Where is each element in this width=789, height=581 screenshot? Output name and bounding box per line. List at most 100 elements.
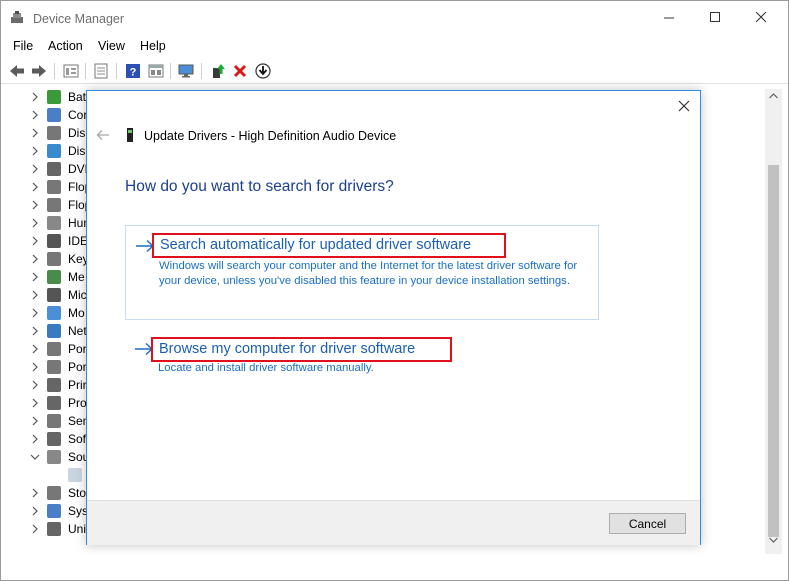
- chevron-right-icon[interactable]: [30, 523, 40, 535]
- tree-node[interactable]: Prir: [30, 377, 90, 395]
- tree-node[interactable]: Sen: [30, 413, 90, 431]
- dialog-title: Update Drivers - High Definition Audio D…: [144, 129, 397, 143]
- tree-node[interactable]: Mo: [30, 305, 90, 323]
- tree-node-label: Sto: [68, 486, 87, 500]
- display-adapter-icon: [47, 144, 61, 158]
- tree-node[interactable]: Disk: [30, 125, 91, 143]
- minimize-icon: [664, 17, 674, 19]
- search-automatically-option[interactable]: Search automatically for updated driver …: [125, 225, 599, 320]
- tree-node[interactable]: Por: [30, 341, 90, 359]
- tree-node[interactable]: Sou: [30, 449, 90, 467]
- tree-node[interactable]: Flop: [30, 197, 91, 215]
- tree-node[interactable]: Me: [30, 269, 90, 287]
- details-icon[interactable]: [147, 62, 165, 80]
- chevron-right-icon[interactable]: [30, 361, 40, 373]
- chevron-right-icon[interactable]: [30, 145, 40, 157]
- tree-node[interactable]: Sto: [30, 485, 90, 503]
- menu-file[interactable]: File: [13, 39, 33, 53]
- chevron-right-icon[interactable]: [30, 325, 40, 337]
- chevron-right-icon[interactable]: [30, 379, 40, 391]
- tree-node[interactable]: Net: [30, 323, 90, 341]
- tree-node[interactable]: Hun: [30, 215, 90, 233]
- monitor-scan-icon[interactable]: [177, 62, 195, 80]
- back-button[interactable]: [96, 129, 110, 141]
- tree-node[interactable]: Flop: [30, 179, 91, 197]
- chevron-right-icon[interactable]: [30, 217, 40, 229]
- highlight-box: [152, 233, 506, 258]
- chevron-right-icon[interactable]: [30, 91, 40, 103]
- maximize-button[interactable]: [693, 1, 739, 35]
- tree-node[interactable]: Soft: [30, 431, 90, 449]
- minimize-button[interactable]: [647, 1, 693, 35]
- chevron-right-icon[interactable]: [30, 307, 40, 319]
- chevron-right-icon[interactable]: [30, 397, 40, 409]
- chevron-down-icon[interactable]: [30, 451, 40, 463]
- software-device-icon: [47, 432, 61, 446]
- menu-action[interactable]: Action: [48, 39, 83, 53]
- chevron-right-icon[interactable]: [30, 163, 40, 175]
- chevron-right-icon[interactable]: [30, 127, 40, 139]
- tree-node[interactable]: Mic: [30, 287, 90, 305]
- properties-icon[interactable]: [92, 62, 110, 80]
- chevron-right-icon[interactable]: [30, 253, 40, 265]
- scrollbar-thumb[interactable]: [768, 165, 779, 537]
- chevron-right-icon[interactable]: [30, 343, 40, 355]
- tree-node[interactable]: IDE: [30, 233, 90, 251]
- computer-icon: [47, 108, 61, 122]
- tree-node-label: Mo: [68, 306, 85, 320]
- back-arrow-icon[interactable]: [8, 62, 26, 80]
- toolbar-separator: [85, 63, 86, 79]
- chevron-right-icon[interactable]: [30, 433, 40, 445]
- ide-controller-icon: [47, 234, 61, 248]
- tree-node-label: Bat: [68, 90, 87, 104]
- toolbar-separator: [54, 63, 55, 79]
- tree-node[interactable]: Syst: [30, 503, 91, 521]
- tree-node[interactable]: Disp: [30, 143, 92, 161]
- dialog-close-button[interactable]: [676, 98, 692, 114]
- scroll-up-icon[interactable]: [769, 93, 778, 99]
- help-icon[interactable]: ?: [124, 62, 142, 80]
- tree-node[interactable]: Uni: [30, 521, 90, 539]
- dialog-footer: Cancel: [87, 500, 700, 545]
- chevron-right-icon[interactable]: [30, 487, 40, 499]
- tree-node[interactable]: Cor: [30, 107, 90, 125]
- download-icon[interactable]: [254, 62, 272, 80]
- cancel-button[interactable]: Cancel: [609, 513, 686, 534]
- chevron-right-icon[interactable]: [30, 415, 40, 427]
- tree-node-label: Prir: [68, 378, 87, 392]
- update-driver-icon[interactable]: [209, 62, 227, 80]
- network-adapter-icon: [47, 324, 61, 338]
- tree-node[interactable]: Key: [30, 251, 90, 269]
- forward-arrow-icon[interactable]: [30, 62, 48, 80]
- tree-node[interactable]: DVD: [30, 161, 93, 179]
- chevron-right-icon[interactable]: [30, 181, 40, 193]
- ports-icon: [47, 360, 61, 374]
- close-window-button[interactable]: [739, 1, 785, 35]
- chevron-right-icon[interactable]: [30, 289, 40, 301]
- tree-node[interactable]: Por: [30, 359, 90, 377]
- tree-node[interactable]: Bat: [30, 89, 90, 107]
- toolbar: ?: [1, 58, 788, 84]
- tree-view-icon[interactable]: [62, 62, 80, 80]
- memory-icon: [47, 270, 61, 284]
- menu-view[interactable]: View: [98, 39, 125, 53]
- browse-computer-option[interactable]: Browse my computer for driver software L…: [125, 337, 597, 379]
- uninstall-x-icon[interactable]: [231, 62, 249, 80]
- system-device-icon: [47, 504, 61, 518]
- tree-node[interactable]: Pro: [30, 395, 90, 413]
- tree-node-label: Por: [68, 342, 87, 356]
- speaker-icon: [68, 468, 82, 482]
- device-manager-icon: [10, 11, 24, 25]
- title-bar: Device Manager: [1, 1, 788, 35]
- update-drivers-dialog: Update Drivers - High Definition Audio D…: [86, 90, 701, 545]
- menu-help[interactable]: Help: [140, 39, 166, 53]
- chevron-right-icon[interactable]: [30, 109, 40, 121]
- chevron-right-icon[interactable]: [30, 271, 40, 283]
- chevron-right-icon[interactable]: [30, 199, 40, 211]
- tree-scrollbar[interactable]: [765, 89, 782, 554]
- chevron-right-icon[interactable]: [30, 235, 40, 247]
- browse-computer-description: Locate and install driver software manua…: [158, 362, 374, 374]
- scroll-down-icon[interactable]: [769, 537, 778, 543]
- chevron-right-icon[interactable]: [30, 505, 40, 517]
- monitor-icon: [47, 306, 61, 320]
